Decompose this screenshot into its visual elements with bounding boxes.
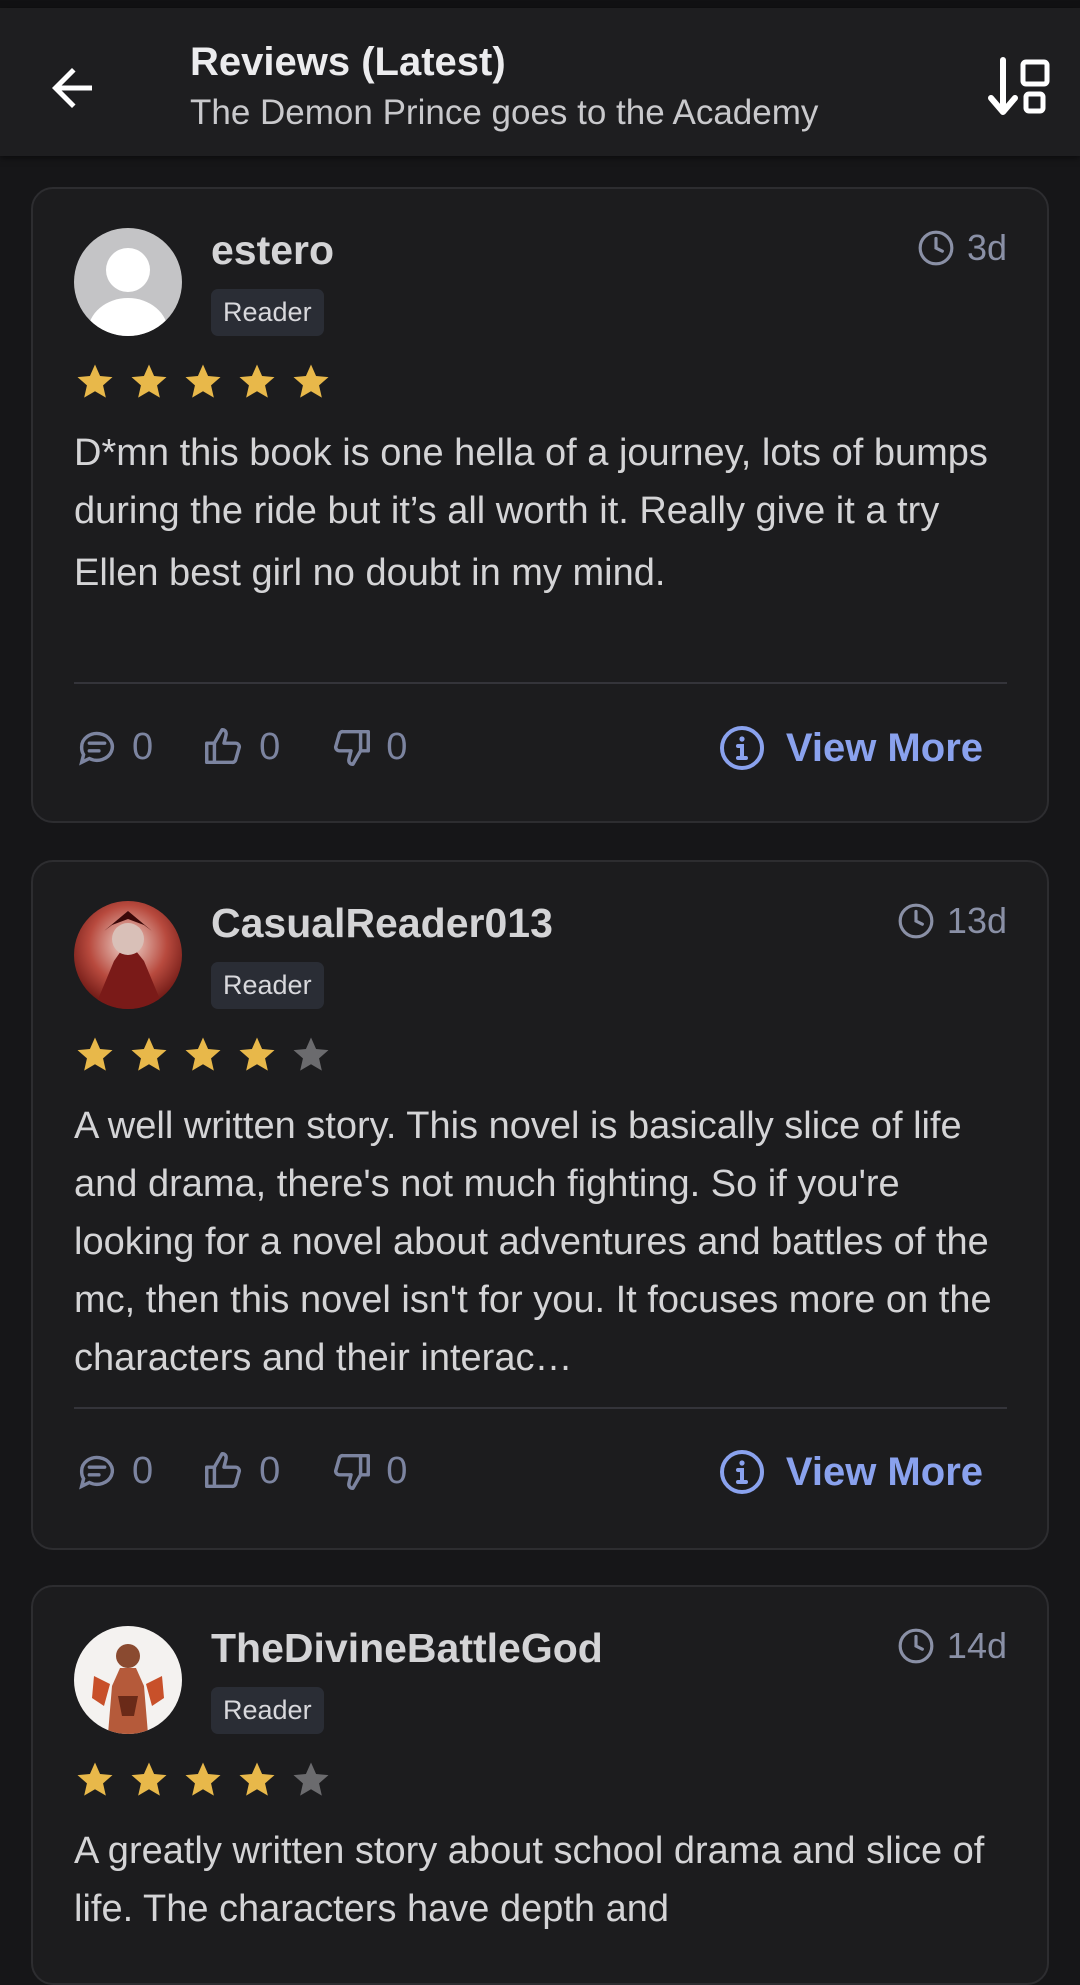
- star-empty-icon: [293, 1037, 329, 1071]
- time-label: 14d: [946, 1625, 1007, 1666]
- view-more-label: View More: [785, 1449, 983, 1494]
- dislike-button[interactable]: 0: [328, 724, 407, 770]
- role-badge: Reader: [211, 1687, 324, 1734]
- star-filled-icon: [185, 1762, 221, 1796]
- user-avatar-image: [74, 901, 182, 1009]
- page-subtitle: The Demon Prince goes to the Academy: [190, 93, 819, 132]
- review-username[interactable]: estero: [211, 227, 334, 274]
- view-more-label: View More: [785, 725, 983, 770]
- user-avatar-image: [74, 1626, 182, 1734]
- comments-button[interactable]: 0: [74, 1448, 153, 1494]
- likes-count: 0: [259, 1449, 281, 1492]
- review-actions: 0 0 0: [74, 724, 455, 770]
- time-label: 13d: [946, 900, 1007, 941]
- thumbs-up-icon: [205, 728, 242, 765]
- review-card[interactable]: estero Reader 3d D*mn this book is one h…: [31, 187, 1049, 823]
- view-more-button[interactable]: View More: [718, 724, 983, 772]
- sort-button[interactable]: [985, 54, 1053, 122]
- star-rating: [74, 1759, 332, 1801]
- review-username[interactable]: TheDivineBattleGod: [211, 1625, 603, 1672]
- review-card[interactable]: CasualReader013 Reader 13d A well writte…: [31, 860, 1049, 1550]
- role-badge: Reader: [211, 962, 324, 1009]
- info-icon: [719, 1450, 764, 1494]
- star-filled-icon: [239, 364, 275, 398]
- like-button[interactable]: 0: [201, 1448, 280, 1494]
- review-text-line: Ellen best girl no doubt in my mind.: [74, 552, 666, 594]
- page-title: Reviews (Latest): [190, 40, 506, 84]
- divider: [74, 1407, 1007, 1409]
- review-text: D*mn this book is one hella of a journey…: [74, 424, 1014, 602]
- star-filled-icon: [131, 1037, 167, 1071]
- review-time: 14d: [897, 1625, 1007, 1667]
- comments-button[interactable]: 0: [74, 724, 153, 770]
- divider: [74, 682, 1007, 684]
- star-filled-icon: [77, 1762, 113, 1796]
- review-text-line: A well written story. This novel is basi…: [74, 1105, 992, 1379]
- back-button[interactable]: [42, 58, 102, 118]
- default-avatar-icon: [74, 228, 182, 336]
- review-actions: 0 0 0: [74, 1448, 455, 1494]
- view-more-button[interactable]: View More: [718, 1448, 983, 1496]
- sort-down-icon: [988, 57, 1050, 115]
- app-bar: Reviews (Latest) The Demon Prince goes t…: [0, 8, 1080, 156]
- role-badge: Reader: [211, 289, 324, 336]
- review-text: A greatly written story about school dra…: [74, 1822, 1014, 1938]
- avatar[interactable]: [74, 901, 182, 1009]
- star-rating: [74, 361, 332, 403]
- star-empty-icon: [293, 1762, 329, 1796]
- dislikes-count: 0: [386, 1449, 408, 1492]
- time-label: 3d: [966, 227, 1007, 268]
- star-rating: [74, 1034, 332, 1076]
- star-filled-icon: [185, 1037, 221, 1071]
- clock-icon: [898, 903, 934, 939]
- arrow-left-icon: [52, 68, 92, 108]
- review-time: 13d: [897, 900, 1007, 942]
- review-text-line: D*mn this book is one hella of a journey…: [74, 432, 988, 532]
- star-filled-icon: [77, 364, 113, 398]
- star-filled-icon: [77, 1037, 113, 1071]
- comments-count: 0: [132, 725, 154, 768]
- comment-icon: [79, 731, 115, 766]
- review-username[interactable]: CasualReader013: [211, 900, 553, 947]
- info-icon: [719, 726, 764, 770]
- star-filled-icon: [239, 1037, 275, 1071]
- likes-count: 0: [259, 725, 281, 768]
- clock-icon: [898, 1628, 934, 1664]
- review-card[interactable]: TheDivineBattleGod Reader 14d A greatly …: [31, 1585, 1049, 1985]
- star-filled-icon: [185, 364, 221, 398]
- status-bar: [0, 0, 1080, 8]
- thumbs-down-icon: [334, 1453, 371, 1490]
- comment-icon: [79, 1455, 115, 1490]
- star-filled-icon: [131, 364, 167, 398]
- review-time: 3d: [917, 227, 1007, 269]
- comments-count: 0: [132, 1449, 154, 1492]
- review-text-line: A greatly written story about school dra…: [74, 1830, 985, 1930]
- dislike-button[interactable]: 0: [328, 1448, 407, 1494]
- star-filled-icon: [239, 1762, 275, 1796]
- clock-icon: [918, 230, 954, 266]
- thumbs-down-icon: [334, 729, 371, 766]
- avatar[interactable]: [74, 228, 182, 336]
- avatar[interactable]: [74, 1626, 182, 1734]
- review-text: A well written story. This novel is basi…: [74, 1097, 1014, 1387]
- like-button[interactable]: 0: [201, 724, 280, 770]
- dislikes-count: 0: [386, 725, 408, 768]
- star-filled-icon: [293, 364, 329, 398]
- star-filled-icon: [131, 1762, 167, 1796]
- thumbs-up-icon: [205, 1452, 242, 1489]
